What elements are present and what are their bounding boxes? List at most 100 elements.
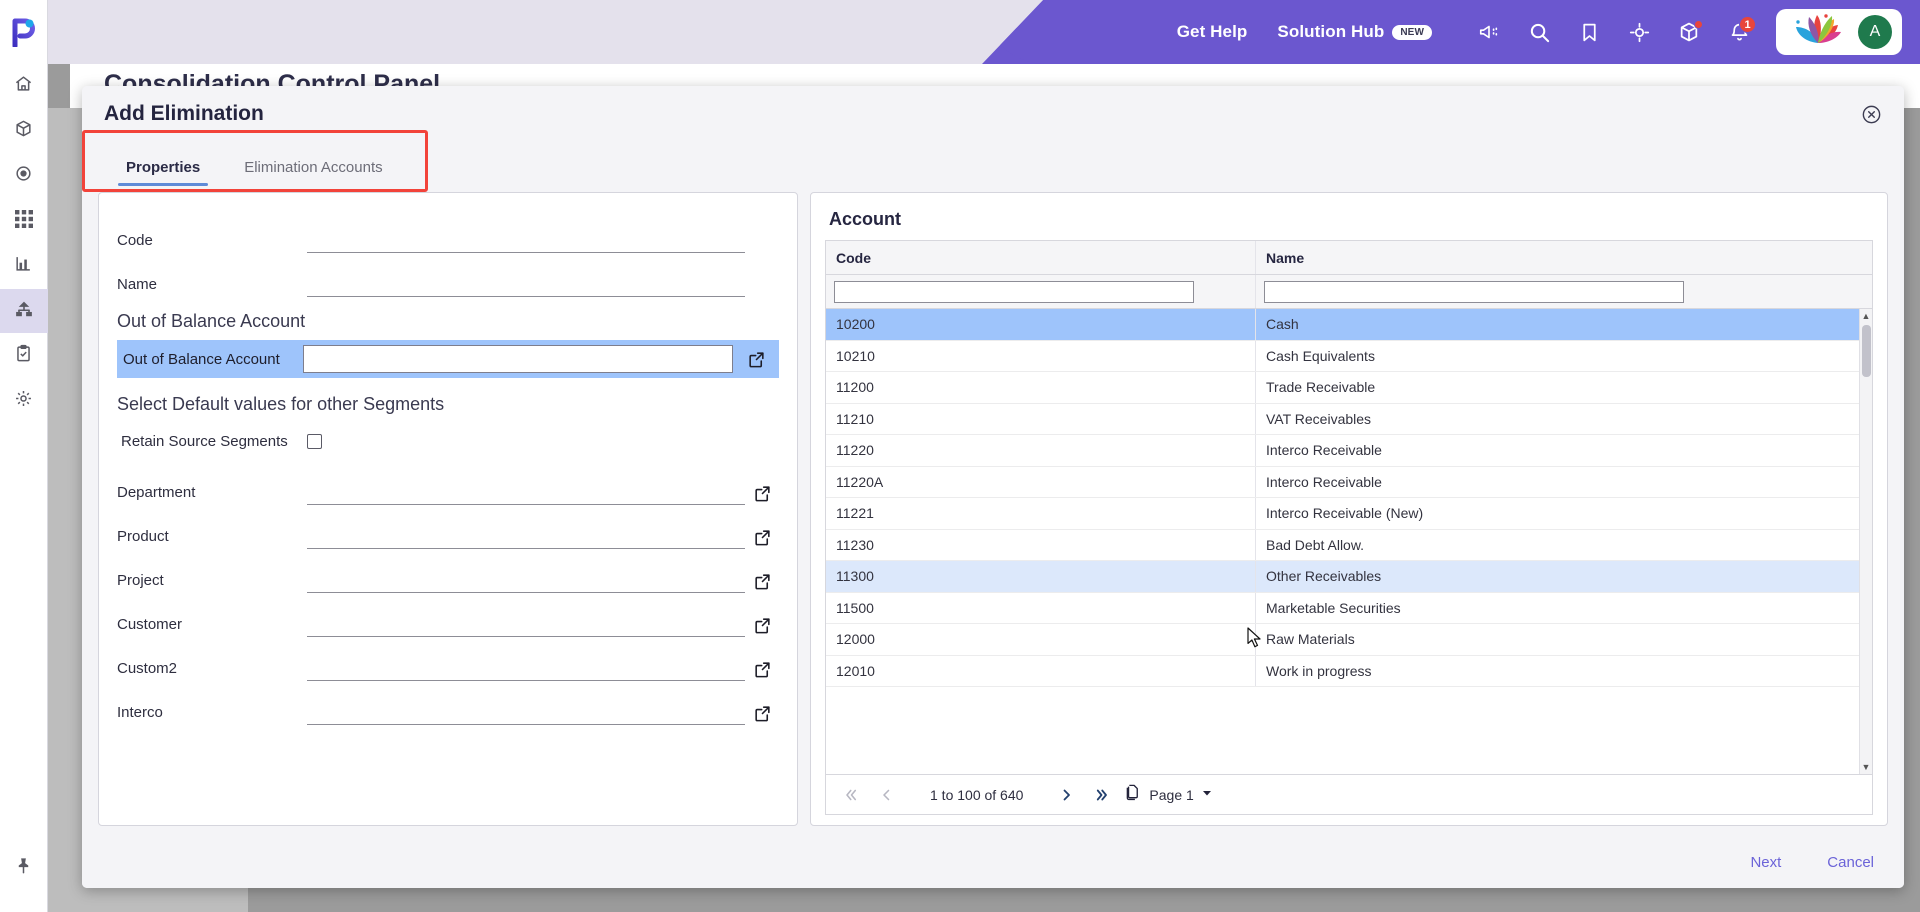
row-name: Interco Receivable (New): [1266, 505, 1424, 522]
row-name-cell: Bad Debt Allow.: [1256, 530, 1872, 561]
department-picker-icon[interactable]: [745, 484, 779, 505]
app-logo-icon[interactable]: [0, 0, 47, 64]
interco-picker-icon[interactable]: [745, 704, 779, 725]
dialog-tabs-container: Properties Elimination Accounts: [82, 130, 1904, 192]
sidebar-item-grid[interactable]: [0, 199, 48, 243]
pin-sidebar-button[interactable]: [0, 846, 48, 890]
customer-input[interactable]: [307, 611, 745, 637]
customer-picker-icon[interactable]: [745, 616, 779, 637]
table-row[interactable]: 10210 Cash Equivalents: [826, 340, 1872, 372]
out-of-balance-account-label: Out of Balance Account: [123, 350, 280, 368]
table-row[interactable]: 11221 Interco Receivable (New): [826, 498, 1872, 530]
table-row[interactable]: 11230 Bad Debt Allow.: [826, 529, 1872, 561]
pages-icon: [1123, 783, 1142, 807]
company-logo-icon: [1790, 13, 1846, 52]
filter-input-code[interactable]: [834, 280, 1194, 303]
out-of-balance-account-input[interactable]: [303, 345, 733, 373]
table-row[interactable]: 11300 Other Receivables: [826, 561, 1872, 593]
bell-icon[interactable]: 1: [1716, 9, 1762, 55]
department-input[interactable]: [307, 479, 745, 505]
megaphone-icon[interactable]: [1466, 9, 1512, 55]
add-elimination-dialog: Add Elimination Properties Elimination A…: [82, 86, 1904, 888]
row-name: Cash: [1266, 316, 1299, 333]
row-code: 10210: [836, 347, 875, 364]
column-header-code[interactable]: Code: [826, 241, 1256, 274]
target-icon[interactable]: [1616, 9, 1662, 55]
profile-menu[interactable]: A: [1776, 9, 1902, 55]
chevron-down-icon[interactable]: [1201, 786, 1213, 804]
segments-heading: Select Default values for other Segments: [117, 394, 445, 414]
page-selector[interactable]: Page 1: [1123, 783, 1212, 807]
interco-field-row: Interco: [117, 681, 779, 725]
scroll-down-icon[interactable]: ▼: [1862, 760, 1871, 774]
row-name-cell: Trade Receivable: [1256, 372, 1872, 403]
table-row[interactable]: 12010 Work in progress: [826, 655, 1872, 687]
cancel-button[interactable]: Cancel: [1827, 854, 1874, 871]
sidebar-item-consolidation[interactable]: [0, 289, 48, 333]
table-row[interactable]: 11210 VAT Receivables: [826, 403, 1872, 435]
row-code-cell: 11200: [826, 372, 1256, 403]
sidebar-item-settings[interactable]: [0, 379, 48, 423]
dialog-title: Add Elimination: [104, 102, 264, 125]
account-grid-filter-row: [826, 275, 1872, 309]
row-name-cell: Interco Receivable: [1256, 467, 1872, 498]
pin-icon: [14, 856, 33, 880]
code-input[interactable]: [307, 227, 745, 253]
sidebar-item-reports[interactable]: [0, 244, 48, 288]
search-icon[interactable]: [1516, 9, 1562, 55]
next-button[interactable]: Next: [1750, 854, 1781, 871]
sidebar-item-target[interactable]: [0, 154, 48, 198]
out-of-balance-heading: Out of Balance Account: [117, 311, 306, 331]
cube-status-dot: [1694, 20, 1703, 29]
row-code-cell: 11221: [826, 498, 1256, 529]
row-name-cell: Interco Receivable: [1256, 435, 1872, 466]
filter-input-name[interactable]: [1264, 280, 1684, 303]
sidebar-item-home[interactable]: [0, 64, 48, 108]
table-row[interactable]: 11500 Marketable Securities: [826, 592, 1872, 624]
row-name-cell: Work in progress: [1256, 656, 1872, 687]
scroll-up-icon[interactable]: ▲: [1862, 309, 1871, 323]
row-code: 11221: [836, 505, 874, 522]
row-code: 11220A: [836, 473, 884, 490]
table-row[interactable]: 11200 Trade Receivable: [826, 372, 1872, 404]
table-row[interactable]: 11220A Interco Receivable: [826, 466, 1872, 498]
sidebar-item-tasks[interactable]: [0, 334, 48, 378]
scroll-thumb[interactable]: [1861, 325, 1871, 377]
next-page-icon[interactable]: [1049, 778, 1083, 812]
interco-input[interactable]: [307, 699, 745, 725]
custom2-input[interactable]: [307, 655, 745, 681]
project-picker-icon[interactable]: [745, 572, 779, 593]
name-input[interactable]: [307, 271, 745, 297]
product-picker-icon[interactable]: [745, 528, 779, 549]
tab-properties[interactable]: Properties: [104, 142, 222, 192]
top-nav-purple-region: Get Help Solution Hub NEW 1 A: [982, 0, 1920, 64]
product-input[interactable]: [307, 523, 745, 549]
last-page-icon[interactable]: [1083, 778, 1117, 812]
table-row[interactable]: 10200 Cash: [826, 309, 1872, 341]
tab-elimination-accounts[interactable]: Elimination Accounts: [222, 142, 404, 192]
get-help-link[interactable]: Get Help: [1177, 22, 1248, 42]
custom2-picker-icon[interactable]: [745, 660, 779, 681]
table-row[interactable]: 11220 Interco Receivable: [826, 435, 1872, 467]
row-code: 11200: [836, 379, 874, 396]
cube-icon: [14, 119, 33, 143]
project-input[interactable]: [307, 567, 745, 593]
row-code: 11500: [836, 599, 874, 616]
row-code-cell: 11210: [826, 403, 1256, 434]
row-code: 12010: [836, 662, 875, 679]
out-of-balance-account-picker-icon[interactable]: [733, 350, 779, 369]
cube-icon[interactable]: [1666, 9, 1712, 55]
column-header-name[interactable]: Name: [1256, 241, 1872, 274]
first-page-icon[interactable]: [836, 778, 870, 812]
retain-source-segments-checkbox[interactable]: [307, 433, 322, 449]
table-row[interactable]: 12000 Raw Materials: [826, 624, 1872, 656]
account-grid-body[interactable]: 10200 Cash 10210 Cash Equivalents 11200 …: [826, 309, 1872, 774]
row-code-cell: 10210: [826, 340, 1256, 371]
product-label: Product: [117, 528, 169, 545]
solution-hub-link[interactable]: Solution Hub NEW: [1277, 22, 1432, 42]
prev-page-icon[interactable]: [870, 778, 904, 812]
close-icon[interactable]: [1861, 104, 1882, 130]
grid-vertical-scrollbar[interactable]: ▲ ▼: [1859, 309, 1872, 774]
sidebar-item-models[interactable]: [0, 109, 48, 153]
bookmark-icon[interactable]: [1566, 9, 1612, 55]
